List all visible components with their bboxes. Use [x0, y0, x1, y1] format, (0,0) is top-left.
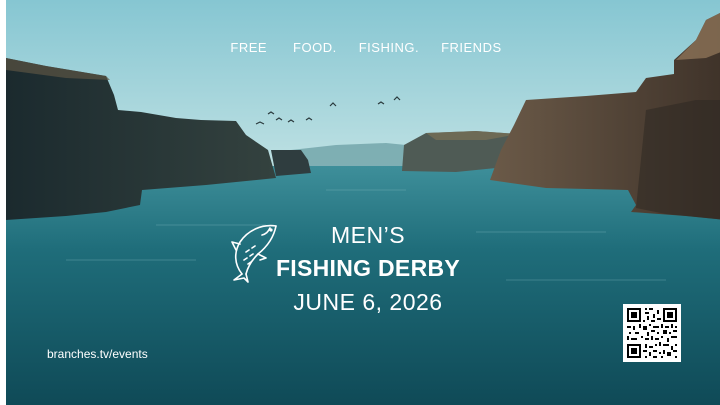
title-line-fishing-derby: FISHING DERBY — [275, 255, 461, 281]
tagline-food: FOOD. — [293, 40, 337, 55]
tagline-free: FREE — [230, 40, 268, 55]
tagline: FREE FOOD. FISHING. FRIENDS — [6, 40, 720, 55]
event-slide: FREE FOOD. FISHING. FRIENDS MEN’S FISHIN… — [0, 0, 720, 405]
fjord-background — [6, 0, 720, 405]
title-line-mens: MEN’S — [330, 222, 406, 248]
tagline-friends: FRIENDS — [441, 40, 502, 55]
event-url: branches.tv/events — [47, 347, 148, 361]
qr-code — [623, 304, 681, 362]
event-date: JUNE 6, 2026 — [293, 289, 443, 315]
tagline-fishing: FISHING. — [358, 40, 420, 55]
event-title: MEN’S FISHING DERBY JUNE 6, 2026 — [246, 220, 490, 318]
